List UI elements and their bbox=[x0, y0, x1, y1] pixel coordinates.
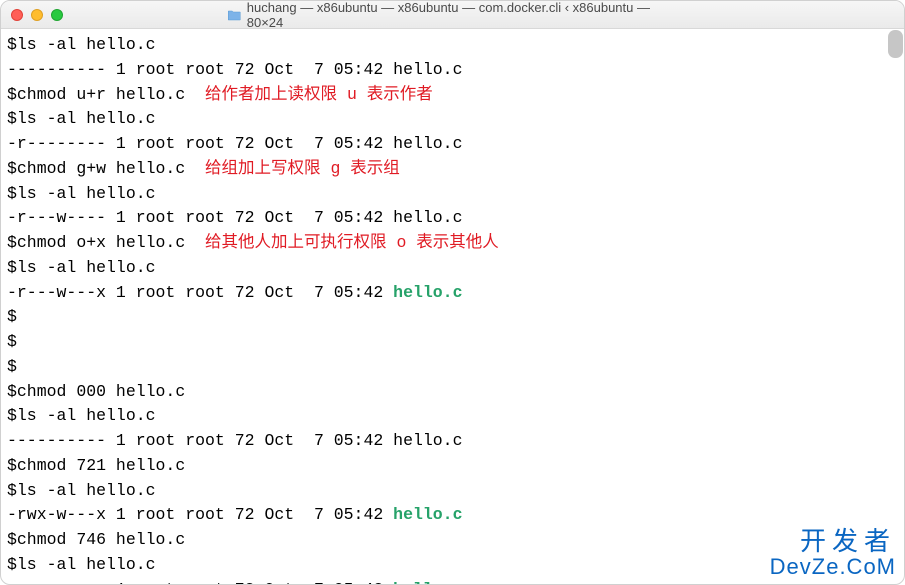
terminal-line: $ls -al hello.c bbox=[7, 182, 898, 207]
watermark: 开发者 DevZe.CoM bbox=[770, 528, 896, 578]
watermark-line1: 开发者 bbox=[770, 528, 896, 555]
terminal-line: $ bbox=[7, 305, 898, 330]
command: chmod u+r hello.c bbox=[17, 85, 185, 104]
command: chmod 000 hello.c bbox=[17, 382, 185, 401]
terminal-line: $ls -al hello.c bbox=[7, 256, 898, 281]
output: ---------- 1 root root 72 Oct 7 05:42 he… bbox=[7, 431, 462, 450]
window-title-text: huchang — x86ubuntu — x86ubuntu — com.do… bbox=[247, 0, 679, 30]
prompt: $ bbox=[7, 382, 17, 401]
terminal-line: $ls -al hello.c bbox=[7, 107, 898, 132]
terminal-line: -r---w---x 1 root root 72 Oct 7 05:42 he… bbox=[7, 281, 898, 306]
filename-executable: hello.c bbox=[393, 505, 462, 524]
terminal-line: $chmod u+r hello.c 给作者加上读权限 u 表示作者 bbox=[7, 83, 898, 108]
terminal-line: $chmod 721 hello.c bbox=[7, 454, 898, 479]
terminal-line: $chmod g+w hello.c 给组加上写权限 g 表示组 bbox=[7, 157, 898, 182]
command: chmod 746 hello.c bbox=[17, 530, 185, 549]
prompt: $ bbox=[7, 481, 17, 500]
output: -r---w---x 1 root root 72 Oct 7 05:42 bbox=[7, 283, 393, 302]
terminal-body[interactable]: $ls -al hello.c---------- 1 root root 72… bbox=[1, 29, 904, 584]
command: ls -al hello.c bbox=[17, 406, 156, 425]
prompt: $ bbox=[7, 258, 17, 277]
prompt: $ bbox=[7, 184, 17, 203]
command: chmod g+w hello.c bbox=[17, 159, 185, 178]
filename-executable: hello.c bbox=[393, 580, 462, 585]
prompt: $ bbox=[7, 357, 17, 376]
terminal-line: -r---w---- 1 root root 72 Oct 7 05:42 he… bbox=[7, 206, 898, 231]
terminal-line: -r-------- 1 root root 72 Oct 7 05:42 he… bbox=[7, 132, 898, 157]
command: ls -al hello.c bbox=[17, 555, 156, 574]
prompt: $ bbox=[7, 159, 17, 178]
watermark-line2: DevZe.CoM bbox=[770, 555, 896, 578]
close-icon[interactable] bbox=[11, 9, 23, 21]
terminal-window: huchang — x86ubuntu — x86ubuntu — com.do… bbox=[0, 0, 905, 585]
output: -r-------- 1 root root 72 Oct 7 05:42 he… bbox=[7, 134, 462, 153]
command: ls -al hello.c bbox=[17, 184, 156, 203]
terminal-line: ---------- 1 root root 72 Oct 7 05:42 he… bbox=[7, 429, 898, 454]
terminal-line: ---------- 1 root root 72 Oct 7 05:42 he… bbox=[7, 58, 898, 83]
prompt: $ bbox=[7, 530, 17, 549]
prompt: $ bbox=[7, 307, 17, 326]
folder-icon bbox=[227, 8, 241, 22]
terminal-line: $ bbox=[7, 355, 898, 380]
command: chmod o+x hello.c bbox=[17, 233, 185, 252]
terminal-line: $chmod o+x hello.c 给其他人加上可执行权限 o 表示其他人 bbox=[7, 231, 898, 256]
output: ---------- 1 root root 72 Oct 7 05:42 he… bbox=[7, 60, 462, 79]
command: ls -al hello.c bbox=[17, 109, 156, 128]
prompt: $ bbox=[7, 35, 17, 54]
prompt: $ bbox=[7, 109, 17, 128]
command: ls -al hello.c bbox=[17, 258, 156, 277]
prompt: $ bbox=[7, 555, 17, 574]
prompt: $ bbox=[7, 332, 17, 351]
prompt: $ bbox=[7, 456, 17, 475]
scrollbar-thumb[interactable] bbox=[888, 30, 903, 58]
terminal-line: $ls -al hello.c bbox=[7, 33, 898, 58]
terminal-line: $ bbox=[7, 330, 898, 355]
maximize-icon[interactable] bbox=[51, 9, 63, 21]
prompt: $ bbox=[7, 406, 17, 425]
filename-executable: hello.c bbox=[393, 283, 462, 302]
terminal-line: $chmod 746 hello.c bbox=[7, 528, 898, 553]
terminal-line: $ls -al hello.c bbox=[7, 553, 898, 578]
output: -r---w---- 1 root root 72 Oct 7 05:42 he… bbox=[7, 208, 462, 227]
terminal-line: -rwxr--rw- 1 root root 72 Oct 7 05:42 he… bbox=[7, 578, 898, 585]
annotation: 给作者加上读权限 u 表示作者 bbox=[185, 85, 433, 104]
minimize-icon[interactable] bbox=[31, 9, 43, 21]
annotation: 给组加上写权限 g 表示组 bbox=[185, 159, 400, 178]
traffic-lights bbox=[11, 9, 63, 21]
output: -rwxr--rw- 1 root root 72 Oct 7 05:42 bbox=[7, 580, 393, 585]
terminal-line: $chmod 000 hello.c bbox=[7, 380, 898, 405]
command: ls -al hello.c bbox=[17, 481, 156, 500]
terminal-line: $ls -al hello.c bbox=[7, 404, 898, 429]
terminal-line: -rwx-w---x 1 root root 72 Oct 7 05:42 he… bbox=[7, 503, 898, 528]
annotation: 给其他人加上可执行权限 o 表示其他人 bbox=[185, 233, 499, 252]
terminal-line: $ls -al hello.c bbox=[7, 479, 898, 504]
window-title: huchang — x86ubuntu — x86ubuntu — com.do… bbox=[227, 0, 679, 30]
titlebar[interactable]: huchang — x86ubuntu — x86ubuntu — com.do… bbox=[1, 1, 904, 29]
output: -rwx-w---x 1 root root 72 Oct 7 05:42 bbox=[7, 505, 393, 524]
prompt: $ bbox=[7, 85, 17, 104]
prompt: $ bbox=[7, 233, 17, 252]
command: chmod 721 hello.c bbox=[17, 456, 185, 475]
command: ls -al hello.c bbox=[17, 35, 156, 54]
